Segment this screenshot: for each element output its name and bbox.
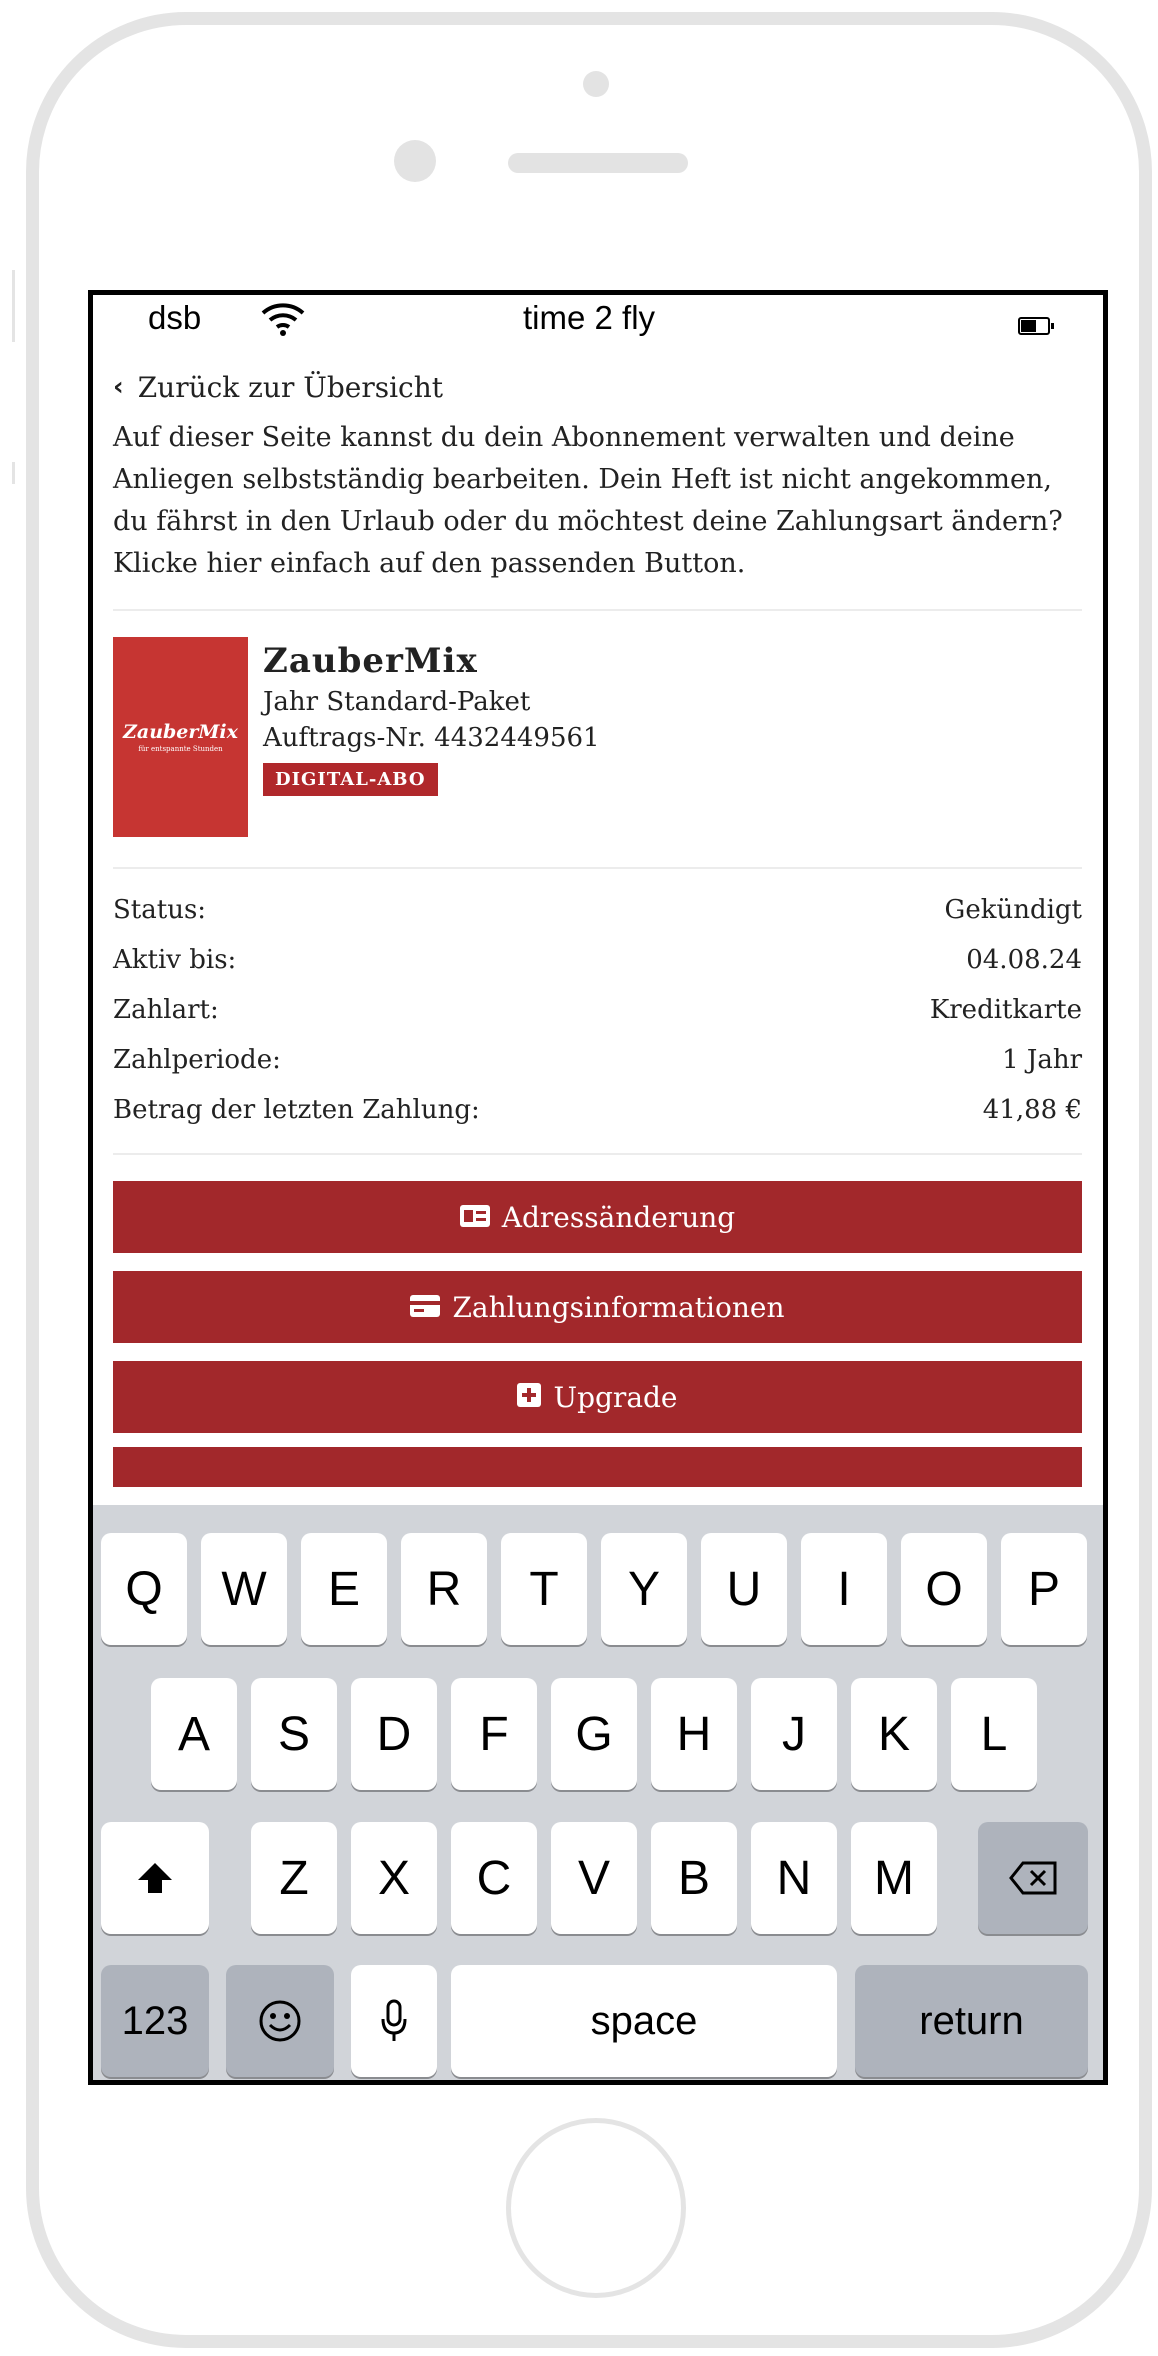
credit-card-icon bbox=[410, 1291, 441, 1324]
detail-row-status: Status: Gekündigt bbox=[113, 885, 1082, 935]
earpiece-speaker bbox=[508, 153, 688, 173]
order-number: Auftrags-Nr. 4432449561 bbox=[263, 723, 600, 753]
detail-row-last-payment: Betrag der letzten Zahlung: 41,88 € bbox=[113, 1085, 1082, 1135]
key-h[interactable]: H bbox=[651, 1678, 737, 1790]
return-key[interactable]: return bbox=[855, 1965, 1088, 2077]
backspace-key[interactable] bbox=[978, 1822, 1088, 1934]
key-r[interactable]: R bbox=[401, 1533, 487, 1645]
detail-value: Gekündigt bbox=[944, 895, 1082, 925]
intro-text: Auf dieser Seite kannst du dein Abonneme… bbox=[113, 422, 1063, 579]
detail-value: 1 Jahr bbox=[1002, 1045, 1082, 1075]
key-g[interactable]: G bbox=[551, 1678, 637, 1790]
key-l[interactable]: L bbox=[951, 1678, 1037, 1790]
detail-row-payment-method: Zahlart: Kreditkarte bbox=[113, 985, 1082, 1035]
backspace-icon bbox=[1009, 1861, 1057, 1895]
detail-label: Zahlart: bbox=[113, 995, 219, 1025]
key-n[interactable]: N bbox=[751, 1822, 837, 1934]
chevron-left-icon: ‹ bbox=[113, 372, 124, 402]
key-m[interactable]: M bbox=[851, 1822, 937, 1934]
home-button[interactable] bbox=[506, 2118, 686, 2298]
payment-info-label: Zahlungsinformationen bbox=[452, 1290, 785, 1324]
detail-label: Status: bbox=[113, 895, 207, 925]
emoji-smiley-icon bbox=[259, 2000, 301, 2042]
address-card-icon bbox=[459, 1201, 490, 1234]
subscription-page: ‹ Zurück zur Übersicht Auf dieser Seite … bbox=[113, 367, 1082, 1505]
key-e[interactable]: E bbox=[301, 1533, 387, 1645]
key-q[interactable]: Q bbox=[101, 1533, 187, 1645]
subscription-type-badge: DIGITAL-ABO bbox=[263, 763, 438, 796]
proximity-sensor bbox=[583, 71, 609, 97]
key-p[interactable]: P bbox=[1001, 1533, 1087, 1645]
detail-value: 04.08.24 bbox=[966, 945, 1082, 975]
back-link[interactable]: ‹ Zurück zur Übersicht bbox=[113, 367, 1082, 407]
key-c[interactable]: C bbox=[451, 1822, 537, 1934]
back-link-label: Zurück zur Übersicht bbox=[137, 370, 444, 404]
divider bbox=[113, 867, 1082, 869]
key-f[interactable]: F bbox=[451, 1678, 537, 1790]
logo-text: ZauberMix bbox=[123, 721, 238, 743]
detail-row-active-until: Aktiv bis: 04.08.24 bbox=[113, 935, 1082, 985]
key-u[interactable]: U bbox=[701, 1533, 787, 1645]
space-key[interactable]: space bbox=[451, 1965, 837, 2077]
status-bar: dsb time 2 fly bbox=[93, 295, 1103, 343]
key-j[interactable]: J bbox=[751, 1678, 837, 1790]
payment-info-button[interactable]: Zahlungsinformationen bbox=[113, 1271, 1082, 1343]
wifi-icon bbox=[261, 301, 305, 345]
detail-label: Betrag der letzten Zahlung: bbox=[113, 1095, 480, 1125]
divider bbox=[113, 1153, 1082, 1155]
emoji-key[interactable] bbox=[226, 1965, 334, 2077]
product-name: ZauberMix bbox=[263, 641, 478, 681]
address-change-label: Adressänderung bbox=[501, 1200, 736, 1234]
upgrade-button[interactable]: Upgrade bbox=[113, 1361, 1082, 1433]
address-change-button[interactable]: Adressänderung bbox=[113, 1181, 1082, 1253]
key-x[interactable]: X bbox=[351, 1822, 437, 1934]
upgrade-label: Upgrade bbox=[553, 1380, 678, 1414]
detail-value: 41,88 € bbox=[982, 1095, 1082, 1125]
plus-square-icon bbox=[517, 1381, 542, 1414]
key-i[interactable]: I bbox=[801, 1533, 887, 1645]
detail-value: Kreditkarte bbox=[929, 995, 1082, 1025]
screen: dsb time 2 fly ‹ Zurück zur Übersicht Au… bbox=[88, 290, 1108, 2085]
key-b[interactable]: B bbox=[651, 1822, 737, 1934]
key-a[interactable]: A bbox=[151, 1678, 237, 1790]
key-t[interactable]: T bbox=[501, 1533, 587, 1645]
key-z[interactable]: Z bbox=[251, 1822, 337, 1934]
key-d[interactable]: D bbox=[351, 1678, 437, 1790]
details-list: Status: Gekündigt Aktiv bis: 04.08.24 Za… bbox=[113, 885, 1082, 1135]
microphone-icon bbox=[381, 1999, 407, 2041]
product-logo: ZauberMix für entspannte Stunden bbox=[113, 637, 248, 837]
battery-icon bbox=[1018, 317, 1054, 335]
shift-arrow-icon bbox=[138, 1863, 172, 1893]
detail-label: Zahlperiode: bbox=[113, 1045, 281, 1075]
dictation-key[interactable] bbox=[351, 1965, 437, 2077]
numbers-key[interactable]: 123 bbox=[101, 1965, 209, 2077]
key-w[interactable]: W bbox=[201, 1533, 287, 1645]
onscreen-keyboard: Q W E R T Y U I O P A S D F G H J K L Z … bbox=[93, 1505, 1103, 2080]
carrier-label: dsb bbox=[148, 299, 202, 336]
key-k[interactable]: K bbox=[851, 1678, 937, 1790]
product-card: ZauberMix für entspannte Stunden ZauberM… bbox=[113, 637, 1082, 837]
product-info: ZauberMix Jahr Standard-Paket Auftrags-N… bbox=[263, 637, 600, 837]
key-s[interactable]: S bbox=[251, 1678, 337, 1790]
key-o[interactable]: O bbox=[901, 1533, 987, 1645]
divider bbox=[113, 609, 1082, 611]
key-v[interactable]: V bbox=[551, 1822, 637, 1934]
shift-key[interactable] bbox=[101, 1822, 209, 1934]
product-package: Jahr Standard-Paket bbox=[263, 687, 531, 717]
detail-row-payment-period: Zahlperiode: 1 Jahr bbox=[113, 1035, 1082, 1085]
key-y[interactable]: Y bbox=[601, 1533, 687, 1645]
detail-label: Aktiv bis: bbox=[113, 945, 237, 975]
front-camera bbox=[394, 140, 436, 182]
status-time: time 2 fly bbox=[523, 299, 656, 336]
logo-subtext: für entspannte Stunden bbox=[138, 745, 223, 753]
next-action-button[interactable] bbox=[113, 1447, 1082, 1487]
